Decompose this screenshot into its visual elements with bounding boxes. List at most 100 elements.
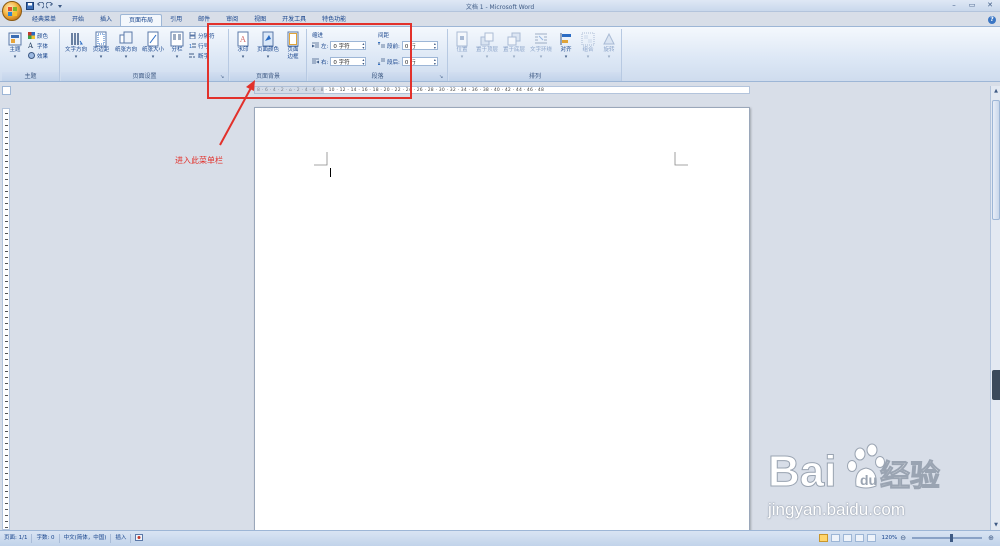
vertical-scrollbar[interactable]: ▲ ▼ bbox=[990, 86, 1000, 530]
rotate-button[interactable]: 旋转 ▾ bbox=[599, 31, 619, 69]
ruler-tick bbox=[5, 245, 8, 246]
draft-view-icon[interactable] bbox=[866, 534, 876, 542]
svg-text:经验: 经验 bbox=[880, 459, 940, 493]
tab-references[interactable]: 引用 bbox=[162, 14, 190, 26]
position-button[interactable]: 位置 ▾ bbox=[451, 31, 473, 69]
text-direction-icon bbox=[71, 33, 83, 45]
annotation-text: 进入此菜单栏 bbox=[175, 156, 223, 165]
position-icon bbox=[456, 31, 468, 47]
ruler-tick bbox=[5, 287, 8, 288]
ruler-tick bbox=[5, 497, 8, 498]
ruler-tick bbox=[5, 191, 8, 192]
close-icon[interactable]: ✕ bbox=[984, 1, 996, 10]
ruler-tick bbox=[5, 149, 8, 150]
ruler-tick bbox=[5, 335, 8, 336]
tab-page-layout[interactable]: 页面布局 bbox=[120, 14, 163, 26]
ruler-tick bbox=[5, 221, 8, 222]
rotate-icon bbox=[603, 32, 615, 45]
office-button[interactable] bbox=[2, 1, 22, 21]
margins-button[interactable]: 页边距 ▾ bbox=[90, 31, 112, 69]
hyphenation-button[interactable]: 断字 bbox=[189, 51, 209, 60]
insert-mode[interactable]: 插入 bbox=[111, 534, 132, 543]
bring-to-front-button[interactable]: 置于顶层 ▾ bbox=[474, 31, 500, 69]
paragraph-launcher-icon[interactable]: ↘ bbox=[439, 74, 445, 80]
minimize-icon[interactable]: – bbox=[948, 1, 960, 10]
page-setup-group-label: 页面设置 bbox=[61, 72, 228, 81]
ruler-tick bbox=[5, 461, 8, 462]
themes-button[interactable]: 主题 ▾ bbox=[3, 31, 27, 69]
page-size-icon bbox=[147, 31, 159, 47]
vertical-ruler[interactable] bbox=[2, 108, 10, 530]
ruler-tick bbox=[5, 155, 8, 156]
page-setup-group: 文字方向 ▾ 页边距 ▾ 纸张方向 ▾ 纸张大小 ▾ 分栏 ▾ 分隔符 1 行号… bbox=[61, 29, 229, 81]
zoom-slider-thumb[interactable] bbox=[950, 534, 954, 542]
help-icon[interactable]: ? bbox=[988, 16, 996, 24]
theme-fonts-button[interactable]: A 字体 bbox=[27, 41, 48, 50]
zoom-in-icon[interactable]: ⊕ bbox=[988, 534, 994, 542]
tab-insert[interactable]: 插入 bbox=[92, 14, 120, 26]
send-to-back-button[interactable]: 置于底层 ▾ bbox=[501, 31, 527, 69]
group-objects-button[interactable]: 组合 ▾ bbox=[578, 31, 598, 69]
zoom-level[interactable]: 120% bbox=[882, 535, 898, 541]
ruler-tick bbox=[5, 443, 8, 444]
text-direction-button[interactable]: 文字方向 ▾ bbox=[63, 31, 89, 69]
ruler-tick bbox=[5, 185, 8, 186]
print-layout-view-icon[interactable] bbox=[818, 534, 828, 542]
tab-selector[interactable] bbox=[2, 86, 11, 95]
outline-view-icon[interactable] bbox=[854, 534, 864, 542]
bring-to-front-icon bbox=[480, 32, 494, 46]
ruler-tick bbox=[5, 143, 8, 144]
ruler-tick bbox=[5, 299, 8, 300]
side-panel-tab[interactable] bbox=[992, 370, 1000, 400]
ruler-tick bbox=[5, 131, 8, 132]
full-screen-reading-view-icon[interactable] bbox=[830, 534, 840, 542]
language-indicator[interactable]: 中文(简体，中国) bbox=[60, 534, 112, 543]
tab-home[interactable]: 开始 bbox=[64, 14, 92, 26]
ruler-tick bbox=[5, 515, 8, 516]
zoom-slider[interactable] bbox=[912, 534, 983, 542]
macro-record-icon[interactable] bbox=[131, 534, 147, 543]
document-page[interactable] bbox=[254, 107, 750, 537]
ruler-tick bbox=[5, 503, 8, 504]
tab-classic-menu[interactable]: 经典菜单 bbox=[24, 14, 64, 26]
ruler-tick bbox=[5, 323, 8, 324]
ruler-tick bbox=[5, 263, 8, 264]
ruler-tick bbox=[5, 449, 8, 450]
themes-icon bbox=[8, 32, 22, 46]
text-wrapping-button[interactable]: 文字环绕 ▾ bbox=[528, 31, 554, 69]
ribbon: 主题 ▾ 颜色 A 字体 效果 主题 文字方向 ▾ 页边距 ▾ 纸张方向 ▾ 纸… bbox=[0, 26, 1000, 82]
scroll-down-icon[interactable]: ▼ bbox=[992, 521, 1000, 529]
chevron-down-icon: ▾ bbox=[151, 54, 155, 60]
columns-button[interactable]: 分栏 ▾ bbox=[167, 31, 187, 69]
breaks-icon bbox=[189, 31, 196, 40]
theme-group: 主题 ▾ 颜色 A 字体 效果 主题 bbox=[2, 29, 60, 81]
chevron-down-icon: ▾ bbox=[13, 54, 17, 60]
scroll-up-icon[interactable]: ▲ bbox=[992, 87, 1000, 95]
chevron-down-icon: ▾ bbox=[512, 54, 516, 60]
page-count[interactable]: 页面: 1/1 bbox=[0, 534, 33, 543]
chevron-down-icon: ▾ bbox=[175, 54, 179, 60]
ruler-tick bbox=[5, 275, 8, 276]
svg-text:du: du bbox=[860, 472, 877, 488]
margins-icon bbox=[95, 31, 107, 47]
top-left-margin-mark bbox=[314, 152, 328, 166]
maximize-icon[interactable]: ▭ bbox=[966, 1, 978, 10]
ruler-tick bbox=[5, 425, 8, 426]
align-button[interactable]: 对齐 ▾ bbox=[555, 31, 577, 69]
chevron-down-icon: ▾ bbox=[607, 54, 611, 60]
zoom-out-icon[interactable]: ⊖ bbox=[900, 534, 906, 542]
theme-colors-button[interactable]: 颜色 bbox=[28, 31, 48, 40]
size-button[interactable]: 纸张大小 ▾ bbox=[140, 31, 166, 69]
hyphenation-icon bbox=[189, 52, 196, 59]
word-count[interactable]: 字数: 0 bbox=[32, 534, 60, 543]
ruler-tick bbox=[5, 305, 8, 306]
scroll-thumb[interactable] bbox=[992, 100, 1000, 220]
web-layout-view-icon[interactable] bbox=[842, 534, 852, 542]
theme-effects-button[interactable]: 效果 bbox=[28, 51, 48, 60]
line-numbers-button[interactable]: 1 行号 bbox=[189, 41, 209, 50]
chevron-down-icon: ▾ bbox=[99, 54, 103, 60]
ruler-tick bbox=[5, 389, 8, 390]
ruler-tick bbox=[5, 293, 8, 294]
spinner-arrows-icon: ▴ ▾ bbox=[433, 41, 436, 50]
orientation-button[interactable]: 纸张方向 ▾ bbox=[113, 31, 139, 69]
